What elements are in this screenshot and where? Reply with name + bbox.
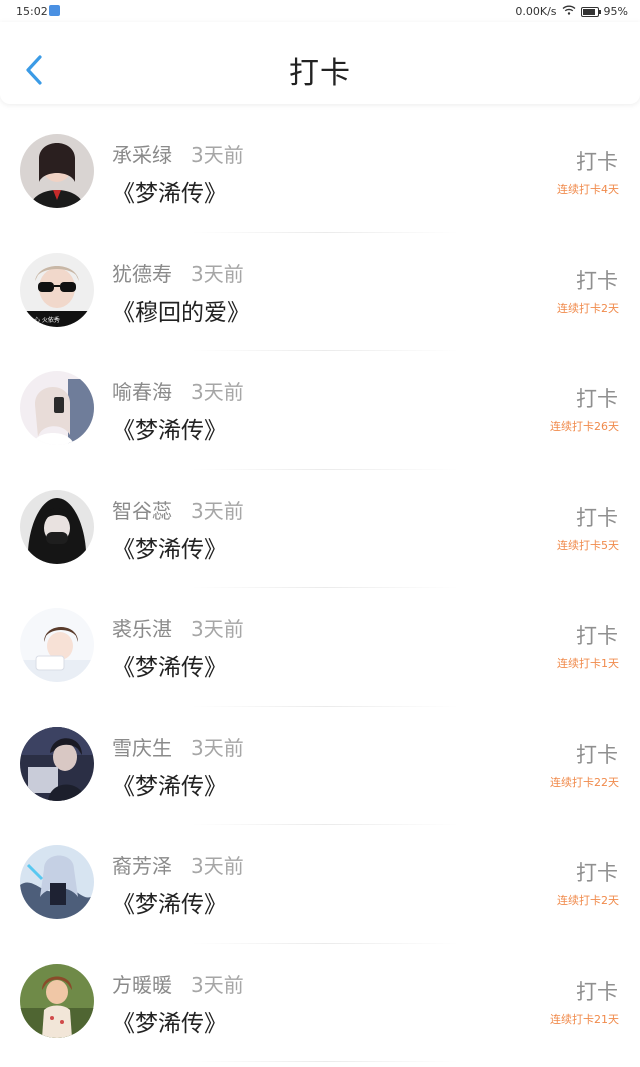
list-item[interactable]: 喻春海 3天前 《梦浠传》 打卡 连续打卡26天 bbox=[0, 351, 640, 470]
time-ago: 3天前 bbox=[191, 854, 244, 878]
checkin-label: 打卡 bbox=[576, 624, 618, 648]
avatar: ぬ心 火依秀 bbox=[20, 252, 94, 327]
checkin-label: 打卡 bbox=[576, 150, 618, 174]
streak-text: 连续打卡2天 bbox=[557, 894, 619, 907]
book-title: 《穆回的爱》 bbox=[112, 299, 250, 326]
avatar bbox=[20, 134, 94, 208]
streak-text: 连续打卡26天 bbox=[550, 420, 619, 433]
checkin-label: 打卡 bbox=[576, 979, 618, 1004]
user-name: 承采绿 bbox=[112, 143, 172, 167]
list-item[interactable]: 裘乐湛 3天前 《梦浠传》 打卡 连续打卡1天 bbox=[0, 588, 640, 707]
user-name: 智谷蕊 bbox=[112, 498, 172, 523]
user-name: 裔芳泽 bbox=[112, 854, 172, 878]
streak-text: 连续打卡2天 bbox=[557, 301, 619, 315]
book-title: 《梦浠传》 bbox=[112, 773, 227, 800]
time-ago: 3天前 bbox=[191, 972, 244, 997]
header: 打卡 bbox=[0, 22, 640, 104]
checkin-label: 打卡 bbox=[576, 742, 618, 767]
divider bbox=[190, 1061, 460, 1062]
streak-text: 连续打卡5天 bbox=[557, 538, 619, 552]
status-time: 15:02 bbox=[16, 5, 48, 18]
page-title: 打卡 bbox=[289, 56, 351, 91]
battery-icon bbox=[580, 6, 601, 17]
book-title: 《梦浠传》 bbox=[112, 655, 227, 681]
book-title: 《梦浠传》 bbox=[112, 181, 227, 207]
battery-level: 95% bbox=[603, 5, 628, 18]
user-name: 喻春海 bbox=[112, 380, 172, 404]
user-name: 雪庆生 bbox=[112, 735, 172, 760]
book-title: 《梦浠传》 bbox=[112, 1010, 227, 1037]
avatar bbox=[20, 489, 94, 564]
wifi-icon bbox=[562, 5, 576, 18]
checkin-label: 打卡 bbox=[576, 861, 618, 885]
time-ago: 3天前 bbox=[191, 617, 244, 641]
avatar bbox=[20, 726, 94, 801]
avatar bbox=[20, 963, 94, 1038]
list-item[interactable]: 承采绿 3天前 《梦浠传》 打卡 连续打卡4天 bbox=[0, 114, 640, 233]
checkin-label: 打卡 bbox=[576, 505, 618, 530]
streak-text: 连续打卡21天 bbox=[550, 1012, 619, 1026]
time-ago: 3天前 bbox=[191, 380, 244, 404]
list-item[interactable]: 方暖暖 3天前 《梦浠传》 打卡 连续打卡21天 bbox=[0, 944, 640, 1062]
avatar bbox=[20, 371, 94, 445]
status-right: 0.00K/s 95% bbox=[515, 5, 628, 18]
time-ago: 3天前 bbox=[191, 261, 244, 286]
time-ago: 3天前 bbox=[191, 735, 244, 760]
status-bar: 15:02 0.00K/s 95% bbox=[0, 0, 640, 22]
user-name: 犹德寿 bbox=[112, 261, 172, 286]
user-name: 方暖暖 bbox=[112, 972, 172, 997]
book-title: 《梦浠传》 bbox=[112, 418, 227, 444]
streak-text: 连续打卡22天 bbox=[550, 775, 619, 789]
app-notification-icon bbox=[49, 5, 60, 16]
checkin-list: 承采绿 3天前 《梦浠传》 打卡 连续打卡4天 ぬ心 火依秀 犹德寿 3天前 《… bbox=[0, 114, 640, 1062]
list-item[interactable]: 裔芳泽 3天前 《梦浠传》 打卡 连续打卡2天 bbox=[0, 825, 640, 944]
network-speed: 0.00K/s bbox=[515, 5, 557, 18]
checkin-label: 打卡 bbox=[576, 387, 618, 411]
user-name: 裘乐湛 bbox=[112, 617, 172, 641]
list-item[interactable]: 智谷蕊 3天前 《梦浠传》 打卡 连续打卡5天 bbox=[0, 470, 640, 588]
book-title: 《梦浠传》 bbox=[112, 892, 227, 918]
checkin-label: 打卡 bbox=[576, 268, 618, 293]
time-ago: 3天前 bbox=[191, 498, 244, 523]
streak-text: 连续打卡4天 bbox=[557, 183, 619, 196]
list-item[interactable]: 雪庆生 3天前 《梦浠传》 打卡 连续打卡22天 bbox=[0, 707, 640, 825]
svg-text:ぬ心 火依秀: ぬ心 火依秀 bbox=[28, 316, 60, 324]
avatar bbox=[20, 608, 94, 682]
list-item[interactable]: ぬ心 火依秀 犹德寿 3天前 《穆回的爱》 打卡 连续打卡2天 bbox=[0, 233, 640, 351]
time-ago: 3天前 bbox=[191, 143, 244, 167]
avatar bbox=[20, 845, 94, 919]
book-title: 《梦浠传》 bbox=[112, 536, 227, 563]
streak-text: 连续打卡1天 bbox=[557, 657, 619, 670]
